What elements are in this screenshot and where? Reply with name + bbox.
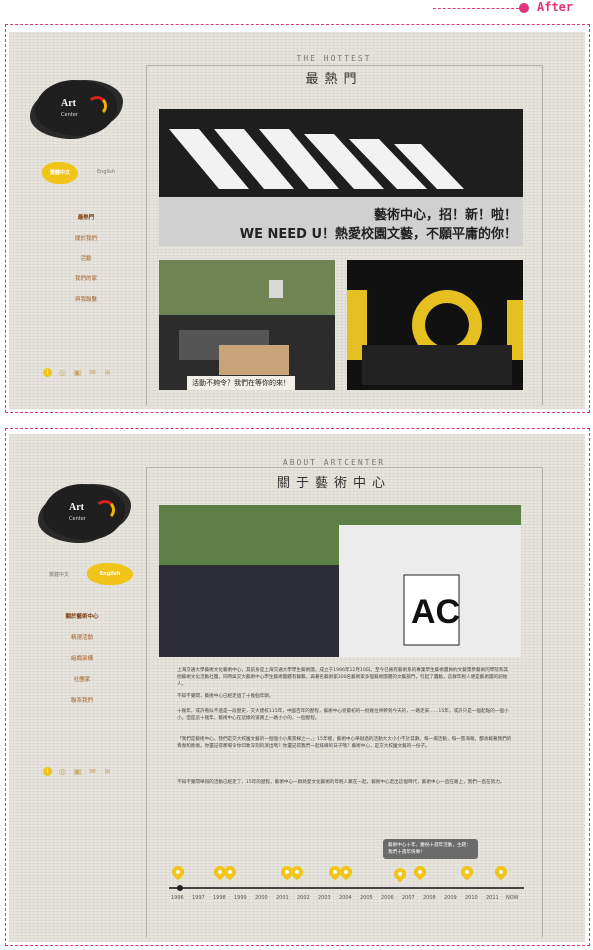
rss-icon[interactable]: ≋	[103, 767, 112, 776]
banner-headline: 藝術中心，招！新！啦！	[373, 208, 517, 223]
timeline-year[interactable]: 2002	[297, 895, 310, 901]
nav-item-clubs[interactable]: 社團家	[57, 675, 107, 683]
renren-icon[interactable]: ▣	[73, 767, 82, 776]
timeline-year[interactable]: 2005	[360, 895, 373, 901]
timeline-year[interactable]: 2009	[444, 895, 457, 901]
timeline-pin[interactable]	[169, 863, 187, 881]
timeline-year[interactable]: 2008	[423, 895, 436, 901]
rss-icon[interactable]: ≋	[103, 368, 112, 377]
timeline-axis	[169, 887, 524, 889]
timeline-year[interactable]: 1996	[171, 895, 184, 901]
mail-icon[interactable]: ✉	[88, 368, 97, 377]
weibo-icon[interactable]: ◎	[58, 368, 67, 377]
timeline-pin[interactable]	[288, 863, 306, 881]
nav-item-structure[interactable]: 組織架構	[57, 654, 107, 662]
nav-item-about-artcenter[interactable]: 關於藝術中心	[57, 612, 107, 620]
timeline-year[interactable]: 2010	[465, 895, 478, 901]
artcenter-logo[interactable]: Art Center	[35, 80, 117, 136]
about-hero-photo[interactable]: AC	[159, 505, 521, 657]
nav-item-hottest[interactable]: 最熱門	[61, 213, 111, 221]
lang-english-link[interactable]: English	[97, 169, 115, 175]
about-paragraph-1: 上海交通大學藝術文化藝術中心，其前身是上海交通大學學生藝術團，成立于1996年1…	[177, 668, 509, 687]
timeline-tooltip: 藝術中心十年，慶祝十週年活動，主題：我們十週年快樂！	[383, 839, 478, 859]
nav-item-home[interactable]: 我們的家	[61, 274, 111, 282]
weibo-icon[interactable]: ◎	[58, 767, 67, 776]
timeline-year[interactable]: 2011	[486, 895, 499, 901]
screen-panel-hottest: Art Center 繁體中文 English 最熱門 關於我們 活動 我們的家…	[5, 24, 590, 413]
timeline-pin[interactable]	[492, 863, 510, 881]
mail-icon[interactable]: ✉	[88, 767, 97, 776]
page-canvas: Art Center 繁體中文 English 關於藝術中心 精選活動 組織架構…	[9, 434, 585, 942]
section-title-en: ABOUT ARTCENTER	[282, 458, 386, 467]
timeline-year[interactable]: 2004	[339, 895, 352, 901]
timeline-year[interactable]: 2001	[276, 895, 289, 901]
event-photo-group[interactable]	[347, 260, 523, 390]
event-photo-dj[interactable]: 活動不夠令？我們在等你的來！	[159, 260, 335, 390]
timeline-year[interactable]: 2003	[318, 895, 331, 901]
section-title-cn: 最熱門	[305, 72, 363, 87]
timeline-year[interactable]: 1997	[192, 895, 205, 901]
nav-item-contact[interactable]: 聯系我們	[57, 696, 107, 704]
timeline-year[interactable]: 1999	[234, 895, 247, 901]
lang-english-button[interactable]: English	[87, 563, 133, 585]
renren-icon[interactable]: ▣	[73, 368, 82, 377]
about-paragraph-2: 不知不覺間，藝術中心已經走過了十幾個年頭。	[177, 694, 274, 699]
info-icon[interactable]: i	[43, 767, 52, 776]
timeline-pin[interactable]	[391, 865, 409, 883]
lang-traditional-chinese-link[interactable]: 繁體中文	[49, 571, 69, 578]
social-links: i ◎ ▣ ✉ ≋	[43, 368, 112, 377]
timeline-year[interactable]: NOW	[506, 895, 519, 901]
about-paragraph-4: 「我們是藝術中心，我們是交大校園文藝的一個個小小風景線之一。」15年裡，藝術中心…	[177, 737, 512, 749]
timeline-pin[interactable]	[458, 863, 476, 881]
about-paragraph-5: 不知不覺間舉辦的活動已經走了，15年的歷程，藝術中心一群熱愛文化藝術的年輕人聚在…	[177, 780, 505, 785]
after-label: After	[537, 0, 574, 14]
after-dot	[519, 3, 529, 13]
nav-item-featured-events[interactable]: 精選活動	[57, 633, 107, 641]
lang-traditional-chinese-button[interactable]: 繁體中文	[42, 162, 78, 184]
banner-subline: WE NEED U！熱愛校園文藝，不願平庸的你！	[239, 227, 517, 242]
section-title-cn: 關于藝術中心	[276, 476, 391, 491]
timeline-year[interactable]: 2007	[402, 895, 415, 901]
timeline-year[interactable]: 1998	[213, 895, 226, 901]
nav-item-events[interactable]: 活動	[61, 254, 111, 262]
photo-caption: 活動不夠令？我們在等你的來！	[187, 376, 295, 390]
sun-icon	[87, 96, 107, 116]
timeline-pin[interactable]	[221, 863, 239, 881]
timeline-pin[interactable]	[337, 863, 355, 881]
social-links: i ◎ ▣ ✉ ≋	[43, 767, 112, 776]
timeline-pin[interactable]	[411, 863, 429, 881]
timeline-year[interactable]: 2000	[255, 895, 268, 901]
svg-text:AC: AC	[411, 593, 460, 631]
info-icon[interactable]: i	[43, 368, 52, 377]
recruitment-banner[interactable]: 藝術中心，招！新！啦！ WE NEED U！熱愛校園文藝，不願平庸的你！	[159, 109, 523, 246]
section-title-en: THE HOTTEST	[296, 54, 372, 63]
nav-item-about[interactable]: 關於我們	[61, 234, 111, 242]
page-canvas: Art Center 繁體中文 English 最熱門 關於我們 活動 我們的家…	[9, 32, 585, 409]
timeline-year[interactable]: 2006	[381, 895, 394, 901]
sun-icon	[95, 500, 115, 520]
artcenter-logo[interactable]: Art Center	[43, 484, 125, 540]
about-paragraph-3: 十幾年，或許看似不過是一段歷史，交大建校115年，中國百年的歷程，藝術中心從最初…	[177, 709, 509, 721]
nav-item-contact[interactable]: 與我聯繫	[61, 295, 111, 303]
screen-panel-about: Art Center 繁體中文 English 關於藝術中心 精選活動 組織架構…	[5, 428, 590, 946]
